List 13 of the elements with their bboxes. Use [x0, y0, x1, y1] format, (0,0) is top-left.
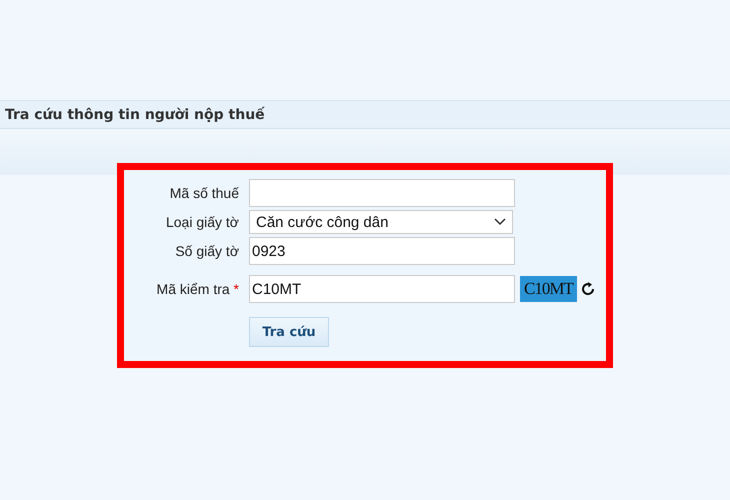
- page-title: Tra cứu thông tin người nộp thuế: [5, 106, 265, 122]
- field-label: Số giấy tờ: [174, 243, 240, 259]
- document-type-dropdown[interactable]: Căn cước công dân: [249, 210, 513, 234]
- field-label: Loại giấy tờ: [164, 214, 240, 230]
- captcha-input-field[interactable]: C10MT: [249, 275, 515, 303]
- refresh-icon[interactable]: [580, 281, 595, 297]
- search-button[interactable]: Tra cứu: [249, 317, 329, 347]
- captcha-image: C10MT: [520, 276, 577, 302]
- field-label: Mã kiểm tra *: [156, 281, 240, 297]
- chevron-icon: [494, 218, 506, 226]
- input-field[interactable]: 0923: [249, 237, 515, 265]
- field-label: Mã số thuế: [168, 185, 240, 201]
- input-field[interactable]: [249, 179, 515, 207]
